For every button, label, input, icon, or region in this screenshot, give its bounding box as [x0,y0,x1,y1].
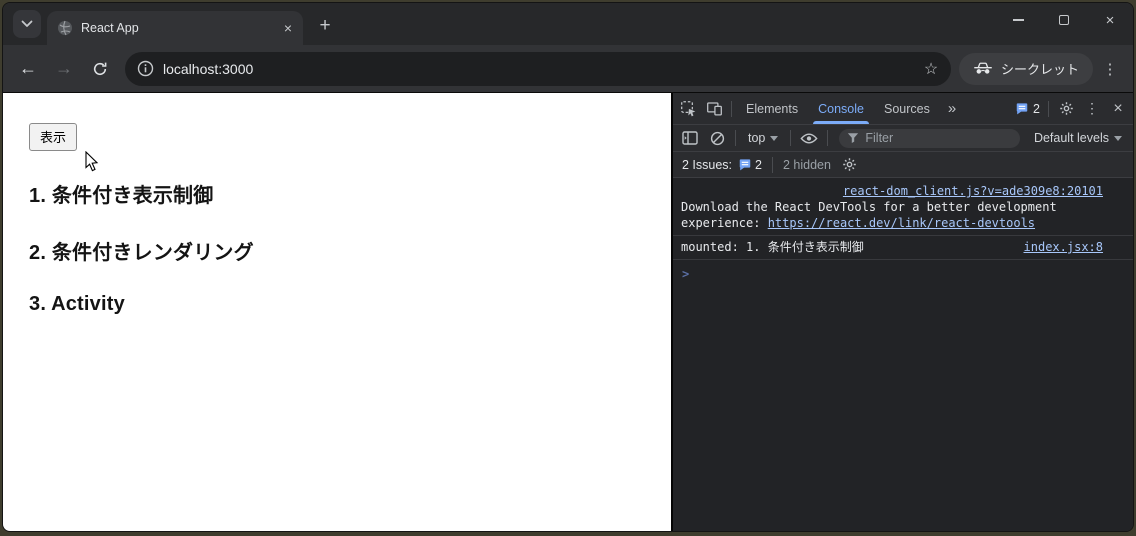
devtools-menu-button[interactable]: ⋮ [1079,96,1105,122]
tab-close-icon[interactable]: × [279,19,297,37]
more-tabs-button[interactable]: » [940,100,964,117]
issues-count: 2 [1033,101,1040,116]
console-messages: react-dom_client.js?v=ade309e8:20101 Dow… [673,178,1133,531]
devtools-tab-sources[interactable]: Sources [874,93,940,124]
devtools-settings-button[interactable] [1053,96,1079,122]
window-content: 表示 1. 条件付き表示制御 2. 条件付きレンダリング 3. Activity… [3,93,1133,531]
divider [790,130,792,146]
log-levels-label: Default levels [1033,131,1109,145]
chevron-down-icon [21,20,33,27]
show-toggle-button[interactable]: 表示 [29,123,78,151]
divider [735,130,736,146]
address-bar[interactable]: localhost:3000 ☆ [125,51,951,86]
console-prompt[interactable]: > [673,260,1133,288]
issues-bubble-icon [1016,102,1028,114]
message-source-link[interactable]: index.jsx:8 [1024,239,1103,255]
web-page: 表示 1. 条件付き表示制御 2. 条件付きレンダリング 3. Activity [3,93,671,531]
issues-bar-counter[interactable]: 2 [738,158,762,172]
forward-button[interactable]: → [47,52,81,86]
device-toolbar-icon [706,102,722,116]
gear-icon [1059,102,1073,115]
maximize-icon [1059,15,1069,25]
device-toolbar-button[interactable] [701,96,727,122]
eye-icon [800,133,818,143]
log-levels-selector[interactable]: Default levels [1027,131,1129,145]
new-tab-button[interactable]: + [311,12,339,40]
browser-window: React App × + × ← → localhost:3000 ☆ シーク… [2,2,1134,532]
message-source-link[interactable]: react-dom_client.js?v=ade309e8:20101 [681,183,1103,199]
devtools-tab-elements[interactable]: Elements [736,93,808,124]
browser-tab[interactable]: React App × [47,11,303,45]
message-text: mounted: 1. 条件付き表示制御 [681,240,864,254]
inspect-cursor-icon [680,101,695,117]
filter-funnel-icon [848,133,859,144]
browser-toolbar: ← → localhost:3000 ☆ シークレット ⋮ [3,45,1133,93]
context-label: top [748,131,766,145]
tab-title: React App [81,21,139,35]
minimize-icon [1012,19,1024,21]
page-heading-1: 1. 条件付き表示制御 [29,185,214,207]
tab-search-button[interactable] [13,10,41,38]
tab-strip: React App × + × [3,3,1133,45]
mouse-cursor [85,151,99,172]
chevron-down-icon [770,135,779,141]
reload-icon [93,62,107,75]
site-info-icon[interactable] [137,60,154,77]
chevron-down-icon [1114,135,1122,141]
console-toolbar: top Default levels [673,125,1133,152]
issues-bubble-icon [739,158,751,170]
console-settings-button[interactable] [837,152,863,178]
devtools-tab-console[interactable]: Console [808,93,874,124]
message-url-link[interactable]: https://react.dev/link/react-devtools [768,216,1035,230]
gear-icon [843,158,857,171]
console-message: react-dom_client.js?v=ade309e8:20101 Dow… [673,180,1133,236]
site-favicon-icon [57,20,73,36]
incognito-badge: シークレット [958,52,1093,85]
issues-bar-count: 2 [755,157,762,172]
incognito-label: シークレット [1000,62,1079,77]
clear-console-button[interactable] [704,125,730,151]
inspect-element-button[interactable] [675,96,701,122]
console-sidebar-icon [682,131,698,145]
url-text[interactable]: localhost:3000 [163,61,908,77]
console-filter-box[interactable] [839,128,1020,148]
back-button[interactable]: ← [11,52,45,86]
issues-bar-label: 2 Issues: [682,157,733,172]
console-message: mounted: 1. 条件付き表示制御 index.jsx:8 [673,236,1133,260]
execution-context-selector[interactable]: top [741,131,785,145]
page-heading-3: 3. Activity [29,293,125,315]
console-filter-input[interactable] [865,131,1012,145]
window-minimize-button[interactable] [995,3,1041,37]
devtools-close-button[interactable]: × [1105,96,1131,122]
browser-menu-button[interactable]: ⋮ [1095,54,1125,84]
devtools-tabbar: Elements Console Sources » 2 ⋮ × [673,93,1133,125]
divider [827,130,829,146]
divider [771,156,773,173]
issues-bar: 2 Issues: 2 2 hidden [673,152,1133,178]
divider [731,100,732,117]
incognito-icon [974,62,992,74]
reload-button[interactable] [83,52,117,86]
divider [1048,100,1049,117]
hidden-messages-label: 2 hidden [782,157,831,172]
live-expression-button[interactable] [796,125,822,151]
window-maximize-button[interactable] [1041,3,1087,37]
console-sidebar-toggle-button[interactable] [677,125,703,151]
window-controls: × [995,3,1133,37]
devtools-panel: Elements Console Sources » 2 ⋮ × top Fil… [671,93,1133,531]
issues-counter-button[interactable]: 2 [1011,102,1044,116]
page-heading-2: 2. 条件付きレンダリング [29,242,254,264]
bookmark-star-icon[interactable]: ☆ [917,55,945,83]
clear-console-icon [710,131,724,145]
window-close-button[interactable]: × [1087,3,1133,37]
